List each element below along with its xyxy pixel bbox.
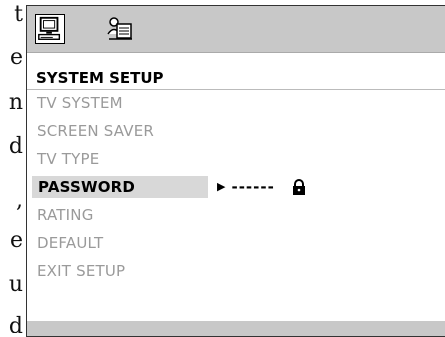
user-settings-icon[interactable] — [105, 14, 135, 44]
menu-item-password[interactable]: PASSWORD — [32, 176, 208, 198]
lock-icon — [292, 179, 305, 195]
menu-item-rating[interactable]: RATING — [37, 204, 94, 226]
menu-item-tv-system[interactable]: TV SYSTEM — [37, 92, 123, 114]
paragraph-fragment: n — [8, 90, 23, 115]
setup-menu-panel: SYSTEM SETUP TV SYSTEM SCREEN SAVER TV T… — [26, 5, 445, 337]
divider — [27, 89, 445, 90]
password-value[interactable]: ------ — [231, 176, 274, 198]
paragraph-fragment: u — [8, 272, 23, 297]
paragraph-fragment: d — [8, 134, 23, 159]
menu-item-screen-saver[interactable]: SCREEN SAVER — [37, 120, 154, 142]
computer-icon[interactable] — [35, 14, 65, 44]
play-arrow-icon: ▶ — [217, 180, 226, 193]
menu-item-default[interactable]: DEFAULT — [37, 232, 103, 254]
section-title: SYSTEM SETUP — [36, 69, 164, 87]
password-value-row[interactable]: ▶ ------ — [217, 176, 307, 198]
menu-item-tv-type[interactable]: TV TYPE — [37, 148, 99, 170]
status-bar — [27, 321, 445, 336]
background-paragraph: t e n d , e u d — [0, 0, 25, 333]
paragraph-fragment: , — [16, 188, 23, 213]
paragraph-fragment: e — [9, 228, 23, 253]
paragraph-fragment: t — [14, 2, 23, 27]
paragraph-fragment: e — [9, 45, 23, 70]
paragraph-fragment: d — [8, 314, 23, 333]
menu-item-exit-setup[interactable]: EXIT SETUP — [37, 260, 125, 282]
tab-bar — [27, 6, 445, 53]
